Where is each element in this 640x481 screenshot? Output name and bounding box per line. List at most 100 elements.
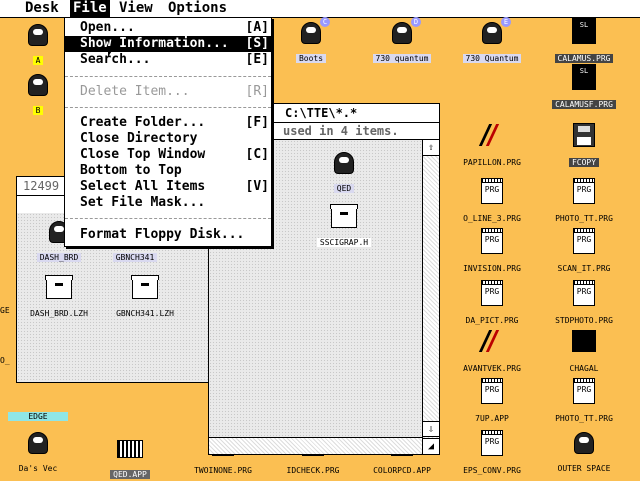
drive-b-label: B bbox=[32, 106, 44, 115]
program-icon: PRG bbox=[481, 228, 503, 254]
menu-item-search[interactable]: Search... [E] bbox=[65, 52, 271, 68]
menu-separator bbox=[65, 218, 271, 220]
da-pict-prg-icon[interactable]: PRG DA_PICT.PRG bbox=[447, 280, 537, 327]
fcopy-label: FCOPY bbox=[568, 158, 600, 167]
calamusf-prg-icon[interactable]: SL CALAMUSF.PRG bbox=[539, 64, 629, 111]
calamus-icon: SL bbox=[572, 64, 596, 90]
calamus-prg-icon[interactable]: SL CALAMUS.PRG bbox=[539, 18, 629, 65]
file-menu-dropdown: Open... [A] Show Information... [S] Search… bbox=[64, 17, 272, 247]
menu-view[interactable]: View bbox=[116, 0, 156, 17]
drive-c-label: Boots bbox=[295, 54, 327, 63]
program-icon: PRG bbox=[481, 280, 503, 306]
menu-item-format-floppy-disk[interactable]: Format Floppy Disk... bbox=[65, 227, 271, 243]
menu-separator bbox=[65, 107, 271, 109]
calamus-prg-label: CALAMUS.PRG bbox=[554, 54, 614, 63]
menu-file[interactable]: File bbox=[70, 0, 110, 17]
menu-item-close-top-window[interactable]: Close Top Window [C] bbox=[65, 147, 271, 163]
dash-brd-lzh-file[interactable]: DASH_BRD.LZH bbox=[19, 273, 99, 320]
program-icon: PRG bbox=[481, 178, 503, 204]
menu-item-show-information[interactable]: Show Information... [S] bbox=[65, 36, 271, 52]
chagal-icon[interactable]: CHAGAL bbox=[539, 328, 629, 375]
eps-conv-label: EPS_CONV.PRG bbox=[460, 466, 524, 475]
avantvek-icon bbox=[478, 330, 509, 352]
scroll-down-button[interactable]: ⇩ bbox=[423, 421, 439, 437]
menu-options[interactable]: Options bbox=[165, 0, 230, 17]
folder-mascot-icon bbox=[334, 152, 354, 174]
scan-it-prg-icon[interactable]: PRG SCAN_IT.PRG bbox=[539, 228, 629, 275]
o-line-prg-icon[interactable]: PRG O_LINE_3.PRG bbox=[447, 178, 537, 225]
program-icon: PRG bbox=[573, 280, 595, 306]
window-tte-info-text: used in 4 items. bbox=[283, 124, 399, 138]
drive-d-label: 730 quantum bbox=[372, 54, 432, 63]
das-vec-icon[interactable]: Da's Vec bbox=[0, 428, 83, 475]
stdphoto-label: STDPHOTO.PRG bbox=[552, 316, 616, 325]
7up-app-icon[interactable]: PRG 7UP.APP bbox=[447, 378, 537, 425]
drive-mascot-icon: D bbox=[392, 17, 421, 44]
drive-mascot-icon bbox=[28, 24, 48, 46]
das-vec-art-icon bbox=[28, 432, 48, 454]
program-icon: PRG bbox=[573, 378, 595, 404]
menu-desk[interactable]: Desk bbox=[22, 0, 62, 17]
idcheck-label: IDCHECK.PRG bbox=[283, 466, 343, 475]
mouse-pointer-icon bbox=[108, 46, 115, 57]
scan-it-label: SCAN_IT.PRG bbox=[554, 264, 614, 273]
drive-mascot-icon bbox=[28, 74, 48, 96]
papillon-prg-icon[interactable]: PAPILLON.PRG bbox=[447, 122, 537, 169]
window-back-title-text: 12499 bbox=[23, 179, 60, 193]
stdphoto-prg-icon[interactable]: PRG STDPHOTO.PRG bbox=[539, 280, 629, 327]
gbnch341-lzh-label: GBNCH341.LZH bbox=[116, 309, 174, 318]
drive-a-label: A bbox=[32, 56, 44, 65]
program-icon: PRG bbox=[481, 378, 503, 404]
photo-tt2-prg-icon[interactable]: PRG PHOTO_TT.PRG bbox=[539, 378, 629, 425]
colorpcd-label: COLORPCD.APP bbox=[370, 466, 434, 475]
calamus-icon: SL bbox=[572, 18, 596, 44]
fcopy-icon[interactable]: FCOPY bbox=[539, 122, 629, 169]
outer-space-label: OUTER SPACE bbox=[554, 464, 614, 473]
menu-item-bottom-to-top[interactable]: Bottom to Top bbox=[65, 163, 271, 179]
eps-conv-prg-icon[interactable]: PRG EPS_CONV.PRG bbox=[447, 430, 537, 477]
photo-tt-prg-icon[interactable]: PRG PHOTO_TT.PRG bbox=[539, 178, 629, 225]
photo-tt2-label: PHOTO_TT.PRG bbox=[552, 414, 616, 423]
edge-label: EDGE bbox=[8, 412, 68, 421]
edge-icon[interactable]: EDGE bbox=[0, 404, 83, 423]
chagal-art-icon bbox=[572, 330, 596, 352]
ssci-grap-file[interactable]: SSCIGRAP.H bbox=[304, 202, 384, 249]
twoinone-label: TWOINONE.PRG bbox=[191, 466, 255, 475]
drive-mascot-icon: E bbox=[482, 17, 511, 44]
menu-item-set-file-mask[interactable]: Set File Mask... bbox=[65, 195, 271, 211]
outer-space-art-icon bbox=[574, 432, 594, 454]
drive-d-icon[interactable]: D 730 quantum bbox=[357, 17, 447, 65]
window-tte-title-text: C:\TTE\*.* bbox=[285, 106, 358, 120]
gbnch341-lzh-file[interactable]: GBNCH341.LZH bbox=[105, 273, 185, 320]
menu-item-open[interactable]: Open... [A] bbox=[65, 20, 271, 36]
photo-tt-label: PHOTO_TT.PRG bbox=[552, 214, 616, 223]
drive-mascot-icon: C bbox=[301, 17, 330, 44]
menu-bar: Desk File View Options bbox=[0, 0, 640, 18]
papillon-prg-label: PAPILLON.PRG bbox=[460, 158, 524, 167]
outer-space-icon[interactable]: OUTER SPACE bbox=[539, 428, 629, 475]
resize-handle[interactable]: ◢ bbox=[423, 438, 439, 454]
7up-label: 7UP.APP bbox=[472, 414, 512, 423]
drive-e-label: 730 Quantum bbox=[462, 54, 522, 63]
floppy-icon bbox=[573, 123, 595, 147]
window-tte-hscroll[interactable] bbox=[209, 437, 422, 454]
window-tte-vscroll[interactable]: ⇧ ⇩ ◢ bbox=[422, 140, 439, 454]
dash-brd-label: DASH_BRD bbox=[36, 253, 82, 262]
program-icon: PRG bbox=[573, 228, 595, 254]
archive-icon bbox=[45, 275, 73, 299]
scroll-up-button[interactable]: ⇧ bbox=[423, 140, 439, 156]
drive-e-icon[interactable]: E 730 Quantum bbox=[447, 17, 537, 65]
qed-app-icon[interactable]: QED.APP bbox=[85, 434, 175, 481]
menu-item-close-directory[interactable]: Close Directory bbox=[65, 131, 271, 147]
invision-prg-icon[interactable]: PRG INVISION.PRG bbox=[447, 228, 537, 275]
edge-label-partial: GE bbox=[0, 306, 10, 315]
menu-item-create-folder[interactable]: Create Folder... [F] bbox=[65, 115, 271, 131]
drive-c-boots-icon[interactable]: C Boots bbox=[266, 17, 356, 65]
menu-item-select-all-items[interactable]: Select All Items [V] bbox=[65, 179, 271, 195]
calamusf-prg-label: CALAMUSF.PRG bbox=[552, 100, 616, 109]
qed-folder[interactable]: QED bbox=[304, 148, 384, 195]
archive-icon bbox=[131, 275, 159, 299]
archive-icon bbox=[330, 204, 358, 228]
avantvek-prg-icon[interactable]: AVANTVEK.PRG bbox=[447, 328, 537, 375]
typewriter-icon bbox=[117, 440, 143, 458]
